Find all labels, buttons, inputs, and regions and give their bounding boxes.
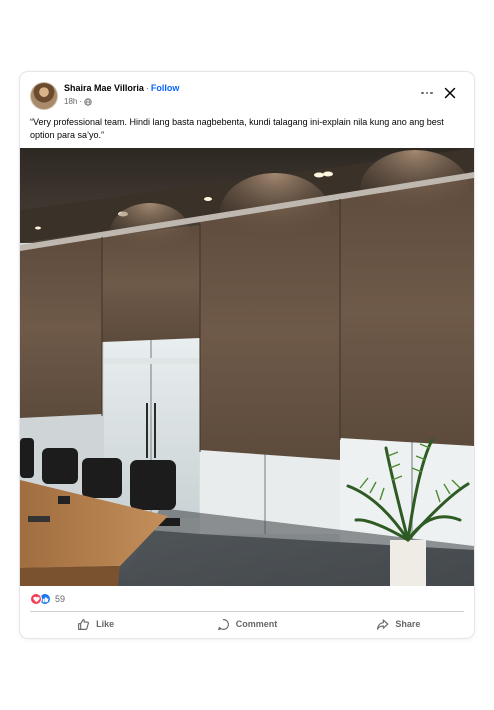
post-header: Shaira Mae Villoria · Follow 18h ·	[20, 72, 474, 112]
like-label: Like	[96, 619, 115, 629]
more-icon[interactable]	[418, 88, 436, 98]
share-button[interactable]: Share	[323, 613, 474, 635]
action-bar: Like Comment Share	[20, 613, 474, 635]
author-name[interactable]: Shaira Mae Villoria	[64, 83, 144, 93]
post-meta: 18h ·	[64, 97, 92, 106]
share-label: Share	[395, 619, 421, 629]
comment-label: Comment	[235, 619, 278, 629]
post-photo[interactable]	[20, 148, 474, 586]
like-button[interactable]: Like	[20, 613, 171, 635]
post-time[interactable]: 18h	[64, 97, 77, 106]
avatar[interactable]	[30, 82, 58, 110]
share-icon	[377, 618, 389, 630]
reaction-count: 59	[55, 594, 66, 604]
post-caption: “Very professional team. Hindi lang bast…	[30, 117, 444, 140]
close-icon[interactable]	[444, 87, 456, 99]
love-icon	[30, 593, 42, 605]
post-card: Shaira Mae Villoria · Follow 18h · “Very p…	[20, 72, 474, 638]
divider	[30, 611, 464, 612]
separator-dot: ·	[145, 83, 149, 93]
follow-button[interactable]: Follow	[151, 83, 180, 93]
comment-icon	[217, 618, 229, 630]
comment-button[interactable]: Comment	[171, 613, 322, 635]
separator-dot-meta: ·	[79, 97, 83, 106]
globe-icon	[84, 97, 92, 106]
author-line: Shaira Mae Villoria · Follow	[64, 83, 179, 93]
reactions-summary[interactable]: 59	[30, 592, 65, 606]
thumbs-up-icon	[78, 618, 90, 630]
